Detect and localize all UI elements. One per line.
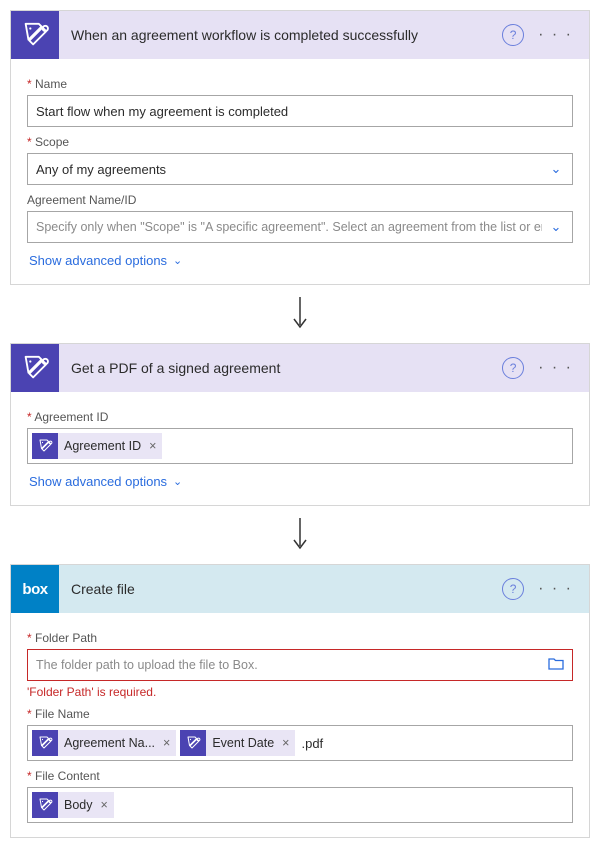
remove-token-icon[interactable]: × xyxy=(163,736,170,750)
agreement-id-label: Agreement ID xyxy=(27,410,573,424)
file-name-input[interactable]: Agreement Na... × Event Date × .pdf xyxy=(27,725,573,761)
trigger-card: When an agreement workflow is completed … xyxy=(10,10,590,285)
name-input[interactable]: Start flow when my agreement is complete… xyxy=(27,95,573,127)
adobe-sign-icon xyxy=(32,730,58,756)
name-label: Name xyxy=(27,77,573,91)
chevron-down-icon: ⌄ xyxy=(173,254,182,267)
folder-picker-icon[interactable] xyxy=(542,657,570,673)
adobe-sign-icon xyxy=(11,344,59,392)
agreement-label: Agreement Name/ID xyxy=(27,193,573,207)
remove-token-icon[interactable]: × xyxy=(101,798,108,812)
token-body[interactable]: Body × xyxy=(32,792,114,818)
show-advanced-link[interactable]: Show advanced options⌄ xyxy=(29,253,182,268)
menu-button[interactable]: · · · xyxy=(534,580,577,598)
file-content-label: File Content xyxy=(27,769,573,783)
filename-suffix: .pdf xyxy=(301,736,323,751)
chevron-down-icon[interactable]: ⌄ xyxy=(542,161,570,177)
menu-button[interactable]: · · · xyxy=(534,26,577,44)
card-header[interactable]: box Create file ? · · · xyxy=(11,565,589,613)
chevron-down-icon[interactable]: ⌄ xyxy=(542,219,570,235)
chevron-down-icon: ⌄ xyxy=(173,475,182,488)
create-file-card: box Create file ? · · · Folder Path The … xyxy=(10,564,590,838)
adobe-sign-icon xyxy=(32,433,58,459)
token-event-date[interactable]: Event Date × xyxy=(180,730,295,756)
help-icon[interactable]: ? xyxy=(502,357,524,379)
card-title: When an agreement workflow is completed … xyxy=(59,27,502,43)
agreement-select[interactable]: Specify only when "Scope" is "A specific… xyxy=(27,211,573,243)
help-icon[interactable]: ? xyxy=(502,24,524,46)
show-advanced-link[interactable]: Show advanced options⌄ xyxy=(29,474,182,489)
menu-button[interactable]: · · · xyxy=(534,359,577,377)
token-agreement-id[interactable]: Agreement ID × xyxy=(32,433,162,459)
remove-token-icon[interactable]: × xyxy=(149,439,156,453)
connector-arrow xyxy=(10,506,590,564)
adobe-sign-icon xyxy=(180,730,206,756)
folder-path-input[interactable]: The folder path to upload the file to Bo… xyxy=(27,649,573,681)
token-agreement-name[interactable]: Agreement Na... × xyxy=(32,730,176,756)
file-content-input[interactable]: Body × xyxy=(27,787,573,823)
agreement-id-input[interactable]: Agreement ID × xyxy=(27,428,573,464)
card-header[interactable]: Get a PDF of a signed agreement ? · · · xyxy=(11,344,589,392)
remove-token-icon[interactable]: × xyxy=(282,736,289,750)
connector-arrow xyxy=(10,285,590,343)
folder-path-label: Folder Path xyxy=(27,631,573,645)
folder-path-error: 'Folder Path' is required. xyxy=(27,685,573,699)
card-title: Create file xyxy=(59,581,502,597)
card-header[interactable]: When an agreement workflow is completed … xyxy=(11,11,589,59)
scope-label: Scope xyxy=(27,135,573,149)
get-pdf-card: Get a PDF of a signed agreement ? · · · … xyxy=(10,343,590,506)
card-title: Get a PDF of a signed agreement xyxy=(59,360,502,376)
help-icon[interactable]: ? xyxy=(502,578,524,600)
scope-select[interactable]: Any of my agreements ⌄ xyxy=(27,153,573,185)
box-icon: box xyxy=(11,565,59,613)
file-name-label: File Name xyxy=(27,707,573,721)
adobe-sign-icon xyxy=(11,11,59,59)
adobe-sign-icon xyxy=(32,792,58,818)
